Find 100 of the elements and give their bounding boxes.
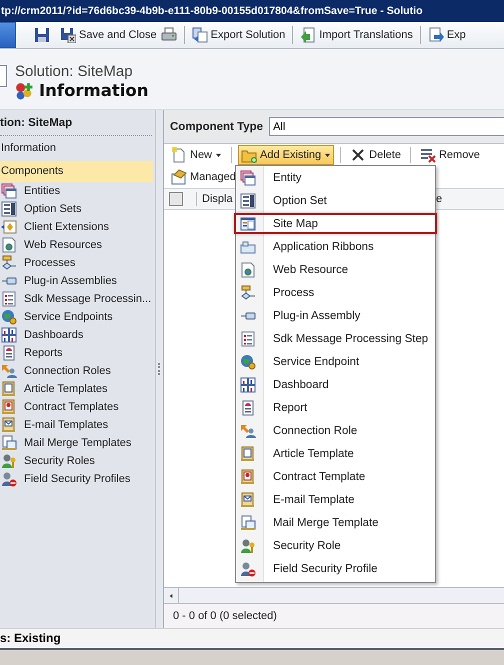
menu-item[interactable]: Option Set [236,190,434,211]
person-stop-icon [1,471,17,487]
solution-icon [15,82,33,100]
pager-text: 0 - 0 of 0 (0 selected) [164,604,504,628]
web-page-icon [1,237,17,253]
arrow-left-icon [169,592,173,598]
person-key-icon [1,453,17,469]
export-icon [428,27,444,43]
save-button[interactable] [32,25,52,45]
menu-item[interactable]: Connection Role [236,420,434,441]
menu-item[interactable]: Dashboard [236,374,434,395]
close-icon [350,147,366,163]
person-key-icon [240,538,256,554]
nav-item[interactable]: Entities [0,182,155,200]
toolbar-button[interactable]: Export Solution [190,25,288,45]
list-icon [240,330,256,346]
menu-item[interactable]: Plug-in Assembly [236,305,434,326]
nav-item[interactable]: Field Security Profiles [0,470,155,488]
field-label: Component Type [170,120,264,132]
command-button[interactable]: Remove [416,145,483,165]
documents-icon [240,514,256,530]
new-document-icon [171,147,187,163]
splitter-handle[interactable] [158,363,161,375]
chart-grid-icon [240,376,256,392]
menu-item[interactable]: Article Template [236,443,434,464]
windows-icon [1,183,17,199]
nav-item[interactable]: Article Templates [0,380,155,398]
nav-item[interactable]: Reports [0,344,155,362]
save-close-icon [60,27,76,43]
command-button[interactable]: Add Existing [238,145,334,165]
command-button[interactable]: New [168,145,226,165]
tabs-icon [240,238,256,254]
nav-item[interactable]: Processes [0,254,155,272]
nav-item[interactable]: E-mail Templates [0,416,155,434]
column-header[interactable]: e [433,193,504,205]
people-icon [1,363,17,379]
menu-item[interactable]: Web Resource [236,259,434,280]
command-button[interactable]: Delete [347,145,404,165]
mail-template-icon [1,417,17,433]
list-icon [1,201,17,217]
status-text: s: Existing [0,631,61,645]
component-type-field[interactable]: All [269,117,504,136]
menu-item[interactable]: E-mail Template [236,489,434,510]
toolbar-button[interactable]: Import Translations [298,25,415,45]
menu-item[interactable]: Application Ribbons [236,236,434,257]
globe-gear-icon [240,354,256,370]
nav-item[interactable]: Plug-in Assemblies [0,272,155,290]
report-icon [240,400,256,416]
window-title: tp://crm2011/?id=76d6bc39-4b9b-e111-80b9-00155d017804&fromSave=True - Solutio [0,5,423,17]
menu-item[interactable]: Sdk Message Processing Step [236,328,434,349]
menu-item[interactable]: Process [236,282,434,303]
menu-item[interactable]: Contract Template [236,466,434,487]
flowchart-icon [1,255,17,271]
nav-item[interactable]: Components [0,161,153,182]
toolbar-button[interactable]: Save and Close [58,25,159,45]
toolbar-button[interactable]: Exp [426,25,468,45]
template-icon [240,446,256,462]
menu-item[interactable]: Security Role [236,535,434,556]
nav-item[interactable]: Information [0,138,153,159]
documents-icon [1,435,17,451]
nav-item[interactable]: Contract Templates [0,398,155,416]
menu-item[interactable]: Service Endpoint [236,351,434,372]
people-icon [240,422,256,438]
flowchart-icon [240,284,256,300]
extension-icon [1,219,17,235]
select-all-checkbox[interactable] [169,192,183,206]
nav-heading: tion: SiteMap [0,110,152,136]
nav-item[interactable]: Web Resources [0,236,155,254]
import-icon [300,27,316,43]
nav-item[interactable]: Connection Roles [0,362,155,380]
nav-item[interactable]: Sdk Message Processin... [0,290,155,308]
web-page-icon [240,262,256,278]
layout-icon [240,216,256,232]
nav-item[interactable]: Dashboards [0,326,155,344]
list-icon [240,192,256,208]
chart-grid-icon [1,327,17,343]
form-title: Information [39,81,148,100]
nav-item[interactable]: Mail Merge Templates [0,434,155,452]
export-icon [192,27,208,43]
menu-item[interactable]: Field Security Profile [236,558,434,579]
column-header[interactable]: Displa [202,193,233,205]
nav-item[interactable]: Security Roles [0,452,155,470]
nav-item[interactable]: Client Extensions [0,218,155,236]
globe-gear-icon [1,309,17,325]
template-icon [1,381,17,397]
mail-template-icon [240,492,256,508]
person-stop-icon [240,560,256,576]
menu-item[interactable]: Site Map [234,213,437,234]
caret-icon [324,152,332,158]
list-icon [1,291,17,307]
menu-item[interactable]: Entity [236,167,434,188]
nav-item[interactable]: Option Sets [0,200,155,218]
menu-item[interactable]: Mail Merge Template [236,512,434,533]
save-icon [34,27,50,43]
managed-icon [171,169,187,185]
form-subtitle: Solution: SiteMap [15,63,134,80]
nav-item[interactable]: Service Endpoints [0,308,155,326]
template-icon [240,468,256,484]
template-icon [1,399,17,415]
menu-item[interactable]: Report [236,397,434,418]
